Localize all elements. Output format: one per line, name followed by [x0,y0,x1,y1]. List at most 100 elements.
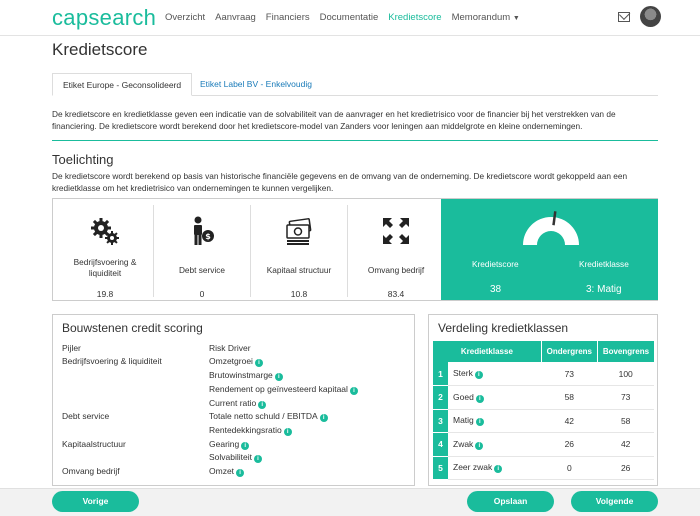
risk-driver-label: Brutowinstmarge [209,370,273,380]
brand-logo[interactable]: capsearch [52,5,156,31]
info-icon[interactable]: i [241,442,250,450]
class-number: 1 [433,362,448,386]
verdeling-title: Verdeling kredietklassen [438,321,569,335]
bovengrens-header: Bovengrens [597,341,654,362]
metric-label: Bedrijfsvoering & liquiditeit [73,257,137,278]
nav-item-memorandum[interactable]: Memorandum ▼ [452,12,520,23]
avatar[interactable] [640,6,661,27]
nav-item-documentatie[interactable]: Documentatie [320,12,379,23]
risk-driver-item: Brutowinstmarge i [209,370,283,381]
risk-driver-item: Current ratio i [209,398,267,409]
ondergrens-header: Ondergrens [541,341,598,362]
tab-etiket-europe[interactable]: Etiket Europe - Geconsolideerd [52,73,193,96]
class-name: Zwak [453,438,474,449]
info-icon[interactable]: i [319,414,328,422]
verdeling-panel: Verdeling kredietklassen Kredietklasse O… [428,314,658,486]
pijler-header: Pijler [62,343,81,353]
info-icon[interactable]: i [254,455,262,463]
class-name-cell: Zeer zwak i [448,456,542,480]
nav-item-overzicht[interactable]: Overzicht [165,12,205,23]
chevron-down-icon: ▼ [512,15,520,22]
bovengrens-cell: 26 [597,456,654,480]
navbar: capsearch Overzicht Aanvraag Financiers … [0,0,700,36]
class-name: Sterk [453,368,473,378]
metric-debt-service: $ Debt service 0 [154,205,251,299]
bouwstenen-title: Bouwstenen credit scoring [62,321,203,335]
table-row: 5 Zeer zwak i 0 26 [433,456,654,480]
metric-bedrijfsvoering: Bedrijfsvoering & liquiditeit 19.8 [57,205,154,299]
ondergrens-cell: 26 [541,432,598,457]
nav-item-kredietscore[interactable]: Kredietscore [388,12,441,23]
risk-driver-item: Omzet i [209,466,245,477]
info-icon[interactable]: i [258,401,267,409]
kredietscore-label: Kredietscore [472,259,519,269]
risk-driver-item: Solvabiliteit i [209,452,262,463]
metric-label: Debt service [178,265,226,275]
tab-etiket-label[interactable]: Etiket Label BV - Enkelvoudig [190,73,322,96]
class-name: Zeer zwak [453,462,493,473]
info-icon[interactable]: i [494,465,503,474]
score-gauge [523,211,579,245]
risk-driver-item: Rentedekkingsratio i [209,425,292,436]
pijler-item: Omvang bedrijf [62,466,120,476]
risk-driver-header: Risk Driver [209,343,251,353]
info-icon[interactable]: i [349,387,358,395]
class-name-cell: Goed i [448,385,542,410]
ondergrens-cell: 73 [541,362,598,386]
info-icon[interactable]: i [474,371,483,379]
info-icon[interactable]: i [236,469,245,477]
entity-tabs: Etiket Europe - Geconsolideerd Etiket La… [52,73,658,96]
metric-label: Kapitaal structuur [266,265,332,275]
nav-item-financiers[interactable]: Financiers [266,12,310,23]
kredietklasse-header: Kredietklasse [433,341,542,362]
money-stack-icon [286,218,312,245]
pijler-item: Bedrijfsvoering & liquiditeit [62,356,162,366]
risk-driver-label: Rentedekkingsratio [209,425,282,435]
risk-driver-item: Omzetgroei i [209,356,263,367]
risk-driver-label: Totale netto schuld / EBITDA [209,411,318,421]
pijler-item: Kapitaalstructuur [62,439,126,449]
info-icon[interactable]: i [283,428,292,436]
risk-driver-item: Rendement op geïnvesteerd kapitaal i [209,384,358,395]
verdeling-table: Kredietklasse Ondergrens Bovengrens 1 St… [433,341,654,480]
gauge-needle [552,211,557,226]
metric-value: 83.4 [387,289,405,299]
metric-value: 19.8 [96,289,114,299]
main-nav: Overzicht Aanvraag Financiers Documentat… [165,12,530,23]
info-icon[interactable]: i [475,418,484,427]
divider [52,140,658,141]
class-name-cell: Zwak i [448,432,542,457]
table-row: 3 Matig i 42 58 [433,409,654,433]
kredietklasse-value: 3: Matig [586,284,622,295]
prev-button[interactable]: Vorige [52,491,139,512]
class-name-cell: Matig i [448,409,542,433]
toelichting-title: Toelichting [52,152,114,167]
metric-value: 0 [199,289,205,299]
save-button[interactable]: Opslaan [467,491,554,512]
info-icon[interactable]: i [475,394,484,403]
table-row: 1 Sterk i 73 100 [433,362,654,386]
risk-driver-item: Gearing i [209,439,250,450]
bovengrens-cell: 42 [597,432,654,457]
mail-icon[interactable] [618,12,630,22]
info-icon[interactable]: i [274,373,283,381]
nav-item-memorandum-label: Memorandum [451,12,511,23]
info-icon[interactable]: i [254,359,263,367]
expand-icon [383,218,409,244]
class-name-cell: Sterk i [448,362,542,386]
svg-text:$: $ [205,232,211,241]
bovengrens-cell: 58 [597,409,654,433]
nav-item-aanvraag[interactable]: Aanvraag [215,12,256,23]
metrics-panel: Bedrijfsvoering & liquiditeit 19.8 $ Deb… [52,198,658,301]
info-icon[interactable]: i [475,441,484,450]
pijler-item: Debt service [62,411,110,421]
next-button[interactable]: Volgende [571,491,658,512]
table-header-row: Kredietklasse Ondergrens Bovengrens [433,341,654,362]
risk-driver-label: Gearing [209,439,240,449]
class-number: 2 [433,385,448,410]
ondergrens-cell: 58 [541,385,598,410]
metric-omvang-bedrijf: Omvang bedrijf 83.4 [348,205,444,299]
bouwstenen-panel: Bouwstenen credit scoring Pijler Risk Dr… [52,314,415,486]
class-number: 4 [433,432,448,457]
risk-driver-label: Rendement op geïnvesteerd kapitaal [209,384,348,394]
